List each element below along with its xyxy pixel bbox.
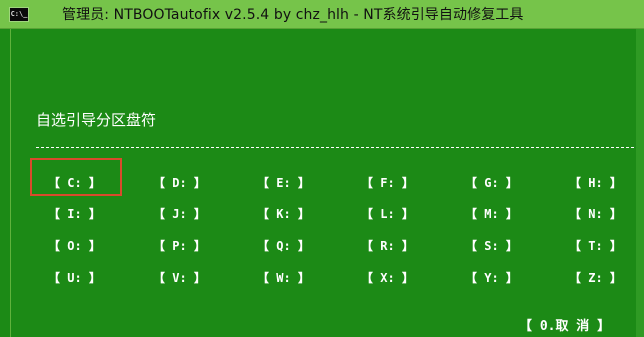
drive-option-x[interactable]: 【 X: 】 <box>361 267 451 289</box>
drive-option-q[interactable]: 【 Q: 】 <box>257 235 347 257</box>
drive-option-l[interactable]: 【 L: 】 <box>361 203 451 225</box>
title-bar[interactable]: C:\_ 管理员: NTBOOTautofix v2.5.4 by chz_hl… <box>0 0 644 29</box>
drive-option-s[interactable]: 【 S: 】 <box>465 235 555 257</box>
drive-option-k[interactable]: 【 K: 】 <box>257 203 347 225</box>
menu-heading: 自选引导分区盘符 <box>36 111 157 129</box>
dashed-divider <box>36 147 634 148</box>
drive-option-z[interactable]: 【 Z: 】 <box>569 267 644 289</box>
drive-option-t[interactable]: 【 T: 】 <box>569 235 644 257</box>
drive-option-r[interactable]: 【 R: 】 <box>361 235 451 257</box>
window-title: 管理员: NTBOOTautofix v2.5.4 by chz_hlh - N… <box>62 7 524 23</box>
drive-option-p[interactable]: 【 P: 】 <box>153 235 243 257</box>
cancel-option[interactable]: 【 0.取 消 】 <box>519 315 610 334</box>
drive-option-j[interactable]: 【 J: 】 <box>153 203 243 225</box>
drive-option-c[interactable]: 【 C: 】 <box>48 172 138 194</box>
drive-option-f[interactable]: 【 F: 】 <box>361 172 451 194</box>
drive-option-e[interactable]: 【 E: 】 <box>257 172 347 194</box>
drive-option-y[interactable]: 【 Y: 】 <box>465 267 555 289</box>
drive-option-d[interactable]: 【 D: 】 <box>153 172 243 194</box>
drive-option-u[interactable]: 【 U: 】 <box>48 267 138 289</box>
drive-option-w[interactable]: 【 W: 】 <box>257 267 347 289</box>
drive-option-n[interactable]: 【 N: 】 <box>569 203 644 225</box>
drive-option-i[interactable]: 【 I: 】 <box>48 203 138 225</box>
drive-option-o[interactable]: 【 O: 】 <box>48 235 138 257</box>
console-icon: C:\_ <box>9 7 29 22</box>
drive-option-v[interactable]: 【 V: 】 <box>153 267 243 289</box>
drive-option-g[interactable]: 【 G: 】 <box>465 172 555 194</box>
drive-option-m[interactable]: 【 M: 】 <box>465 203 555 225</box>
drive-option-h[interactable]: 【 H: 】 <box>569 172 644 194</box>
